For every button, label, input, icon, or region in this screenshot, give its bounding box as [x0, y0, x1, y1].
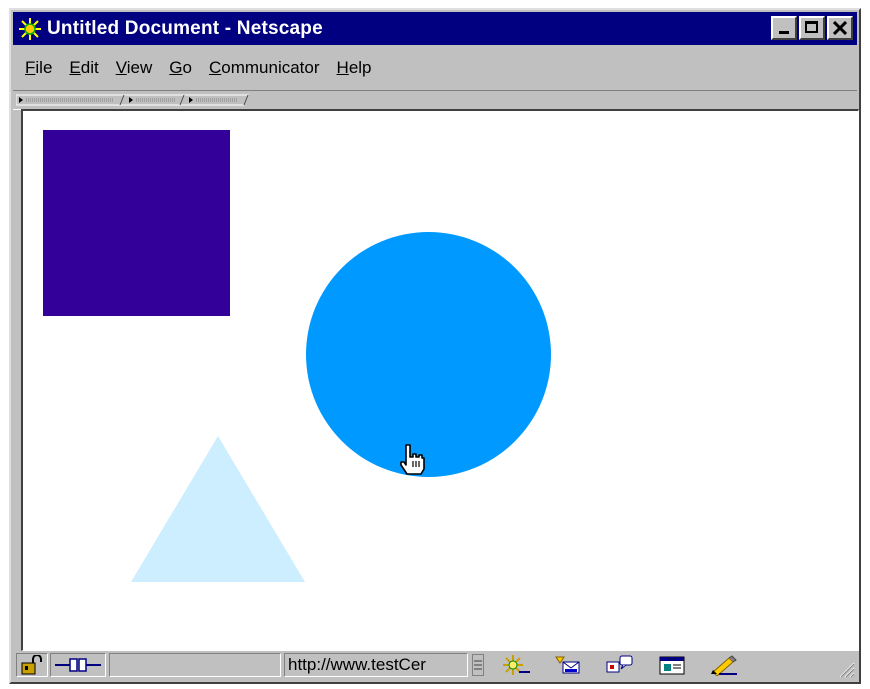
menu-bar: File Edit View Go Communicator Help	[13, 48, 857, 88]
security-indicator[interactable]	[16, 653, 48, 677]
component-bar-grip[interactable]	[472, 654, 484, 676]
menu-mnemonic: C	[208, 58, 222, 77]
menu-label-rest: elp	[348, 58, 372, 77]
composer-icon[interactable]	[653, 653, 691, 677]
menu-mnemonic: H	[336, 58, 349, 77]
menu-help[interactable]: Help	[335, 58, 374, 78]
menu-view[interactable]: View	[114, 58, 155, 78]
purple-square	[43, 130, 230, 316]
status-text: http://www.testCer	[284, 653, 468, 677]
component-bar	[472, 653, 750, 677]
menu-edit[interactable]: Edit	[67, 58, 100, 78]
menu-mnemonic: F	[25, 58, 36, 77]
menu-mnemonic: E	[69, 58, 81, 77]
minimize-button[interactable]	[771, 16, 797, 40]
menu-file[interactable]: File	[23, 58, 54, 78]
netscape-logo-icon	[17, 16, 43, 42]
blue-circle[interactable]	[306, 232, 551, 477]
menu-label-rest: ommunicator	[221, 58, 320, 77]
menu-label-rest: o	[182, 58, 192, 77]
menu-mnemonic: V	[115, 58, 127, 77]
caption-buttons	[769, 16, 853, 40]
menu-communicator[interactable]: Communicator	[207, 58, 322, 78]
menu-go[interactable]: Go	[167, 58, 194, 78]
status-bar: http://www.testCer	[13, 650, 857, 680]
mail-icon[interactable]	[549, 653, 587, 677]
progress-bar	[109, 653, 281, 677]
light-blue-triangle	[131, 436, 305, 582]
browser-window: Untitled Document - Netscape File Edit V…	[9, 8, 861, 684]
menu-label-rest: iew	[126, 58, 153, 77]
collapsed-toolbars	[13, 90, 857, 110]
discussion-icon[interactable]	[601, 653, 639, 677]
navigator-icon[interactable]	[497, 653, 535, 677]
maximize-button[interactable]	[799, 16, 825, 40]
toolbar-tab-handles[interactable]	[16, 94, 256, 106]
page-content[interactable]	[21, 109, 859, 651]
menu-label-rest: ile	[35, 58, 53, 77]
close-button[interactable]	[827, 16, 853, 40]
hand-pointer-icon	[400, 444, 425, 475]
unlocked-padlock-icon	[21, 655, 42, 675]
plug-icon	[55, 658, 101, 672]
menu-label-rest: dit	[80, 58, 99, 77]
close-icon	[833, 21, 847, 35]
title-bar[interactable]: Untitled Document - Netscape	[13, 12, 857, 45]
window-title: Untitled Document - Netscape	[47, 17, 323, 39]
resize-grip-icon[interactable]	[837, 660, 855, 678]
menu-mnemonic: G	[169, 58, 183, 77]
connection-indicator[interactable]	[50, 653, 106, 677]
edit-pencil-icon[interactable]	[705, 653, 743, 677]
